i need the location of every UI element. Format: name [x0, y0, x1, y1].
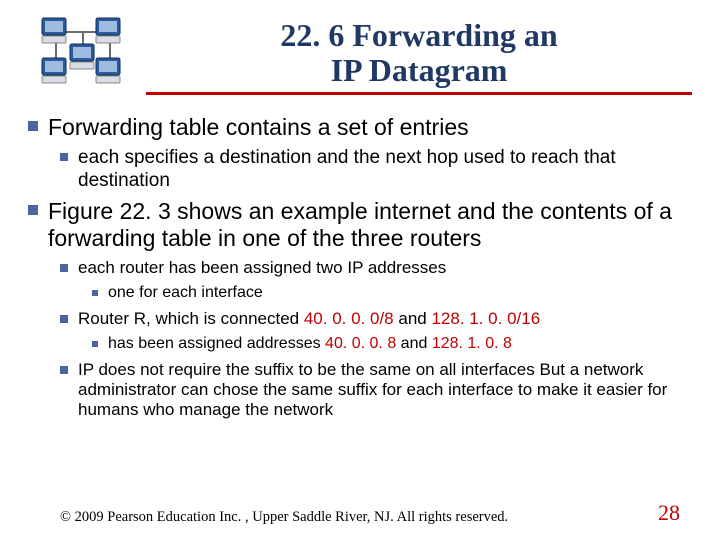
slide-title: 22. 6 Forwarding an IP Datagram — [146, 12, 692, 95]
bullet-icon — [28, 121, 38, 131]
ip-prefix: 40. 0. 0. 0/8 — [304, 309, 394, 328]
bullet-text: each router has been assigned two IP add… — [78, 258, 692, 278]
bullet-icon — [60, 366, 68, 374]
bullet-text: Router R, which is connected 40. 0. 0. 0… — [78, 309, 692, 329]
bullet-icon — [92, 290, 98, 296]
ip-address: 128. 1. 0. 8 — [432, 335, 512, 352]
list-item: one for each interface — [92, 284, 692, 303]
bullet-text: Figure 22. 3 shows an example internet a… — [48, 198, 692, 252]
title-underline — [146, 92, 692, 95]
list-item: Forwarding table contains a set of entri… — [28, 114, 692, 141]
list-item: Router R, which is connected 40. 0. 0. 0… — [60, 309, 692, 329]
text: Router R, which is connected — [78, 309, 304, 328]
page-number: 28 — [658, 500, 680, 526]
text: and — [394, 309, 432, 328]
body-content: Forwarding table contains a set of entri… — [28, 114, 692, 420]
text: and — [396, 335, 432, 352]
copyright-text: © 2009 Pearson Education Inc. , Upper Sa… — [60, 509, 508, 526]
ip-address: 40. 0. 0. 8 — [325, 335, 396, 352]
bullet-text: has been assigned addresses 40. 0. 0. 8 … — [108, 335, 692, 354]
title-line-1: 22. 6 Forwarding an — [146, 18, 692, 53]
list-item: each specifies a destination and the nex… — [60, 147, 692, 192]
bullet-text: each specifies a destination and the nex… — [78, 147, 692, 192]
list-item: IP does not require the suffix to be the… — [60, 360, 692, 420]
bullet-icon — [28, 205, 38, 215]
bullet-text: IP does not require the suffix to be the… — [78, 360, 692, 420]
slide: 22. 6 Forwarding an IP Datagram Forwardi… — [0, 0, 720, 540]
bullet-icon — [60, 315, 68, 323]
list-item: has been assigned addresses 40. 0. 0. 8 … — [92, 335, 692, 354]
header: 22. 6 Forwarding an IP Datagram — [28, 12, 692, 96]
title-line-2: IP Datagram — [146, 53, 692, 88]
footer: © 2009 Pearson Education Inc. , Upper Sa… — [0, 500, 720, 526]
bullet-text: one for each interface — [108, 284, 692, 303]
network-computers-icon — [28, 12, 140, 96]
title-heading: 22. 6 Forwarding an IP Datagram — [146, 18, 692, 88]
list-item: Figure 22. 3 shows an example internet a… — [28, 198, 692, 252]
text: has been assigned addresses — [108, 335, 325, 352]
list-item: each router has been assigned two IP add… — [60, 258, 692, 278]
bullet-icon — [60, 264, 68, 272]
bullet-icon — [92, 341, 98, 347]
ip-prefix: 128. 1. 0. 0/16 — [431, 309, 540, 328]
bullet-text: Forwarding table contains a set of entri… — [48, 114, 692, 141]
bullet-icon — [60, 153, 68, 161]
